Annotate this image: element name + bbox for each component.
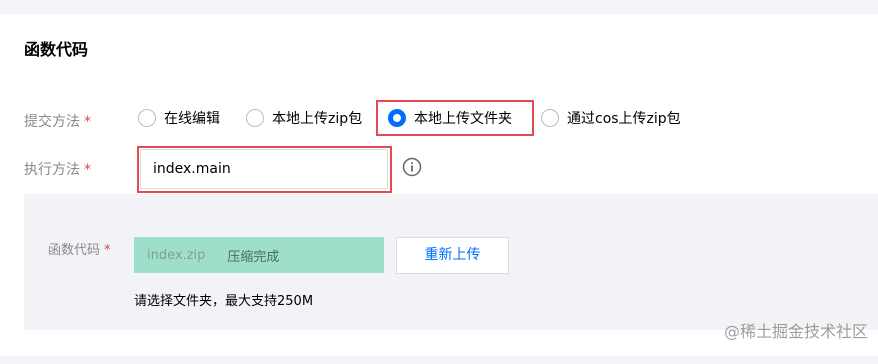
submit-method-label: 提交方法 * bbox=[24, 111, 91, 131]
radio-local-upload-zip[interactable]: 本地上传zip包 bbox=[246, 101, 362, 135]
radio-circle-icon bbox=[246, 109, 264, 127]
required-mark: * bbox=[104, 243, 111, 258]
zip-file-name: index.zip bbox=[147, 247, 206, 263]
radio-label: 在线编辑 bbox=[164, 111, 220, 127]
function-code-card: 函数代码 提交方法 * 在线编辑 本地上传zip包 本地上传文件夹 通过cos上传… bbox=[0, 14, 878, 356]
radio-online-edit[interactable]: 在线编辑 bbox=[138, 101, 220, 135]
code-upload-panel: 函数代码 * index.zip 压缩完成 重新上传 请选择文件夹，最大支持250… bbox=[24, 194, 878, 330]
radio-checked-icon bbox=[388, 109, 406, 127]
required-mark: * bbox=[84, 162, 91, 178]
exec-method-label-text: 执行方法 bbox=[24, 162, 80, 178]
radio-label: 通过cos上传zip包 bbox=[567, 111, 681, 127]
radio-label: 本地上传文件夹 bbox=[414, 111, 512, 127]
info-icon[interactable] bbox=[402, 157, 422, 177]
radio-local-upload-folder[interactable]: 本地上传文件夹 bbox=[388, 101, 512, 135]
reupload-button[interactable]: 重新上传 bbox=[396, 237, 509, 274]
radio-label: 本地上传zip包 bbox=[272, 111, 363, 127]
radio-circle-icon bbox=[541, 109, 559, 127]
exec-method-label: 执行方法 * bbox=[24, 159, 91, 179]
section-title: 函数代码 bbox=[24, 40, 89, 59]
required-mark: * bbox=[84, 114, 91, 130]
zip-progress-bar: index.zip 压缩完成 bbox=[134, 237, 384, 273]
upload-hint: 请选择文件夹，最大支持250M bbox=[134, 294, 314, 309]
zip-status: 压缩完成 bbox=[227, 249, 280, 265]
radio-cos-upload-zip[interactable]: 通过cos上传zip包 bbox=[541, 101, 681, 135]
radio-circle-icon bbox=[138, 109, 156, 127]
submit-method-label-text: 提交方法 bbox=[24, 114, 80, 130]
code-label: 函数代码 * bbox=[48, 239, 111, 258]
watermark: @稀土掘金技术社区 bbox=[723, 322, 868, 341]
code-label-text: 函数代码 bbox=[48, 243, 101, 258]
exec-method-input[interactable]: index.main bbox=[140, 149, 388, 189]
